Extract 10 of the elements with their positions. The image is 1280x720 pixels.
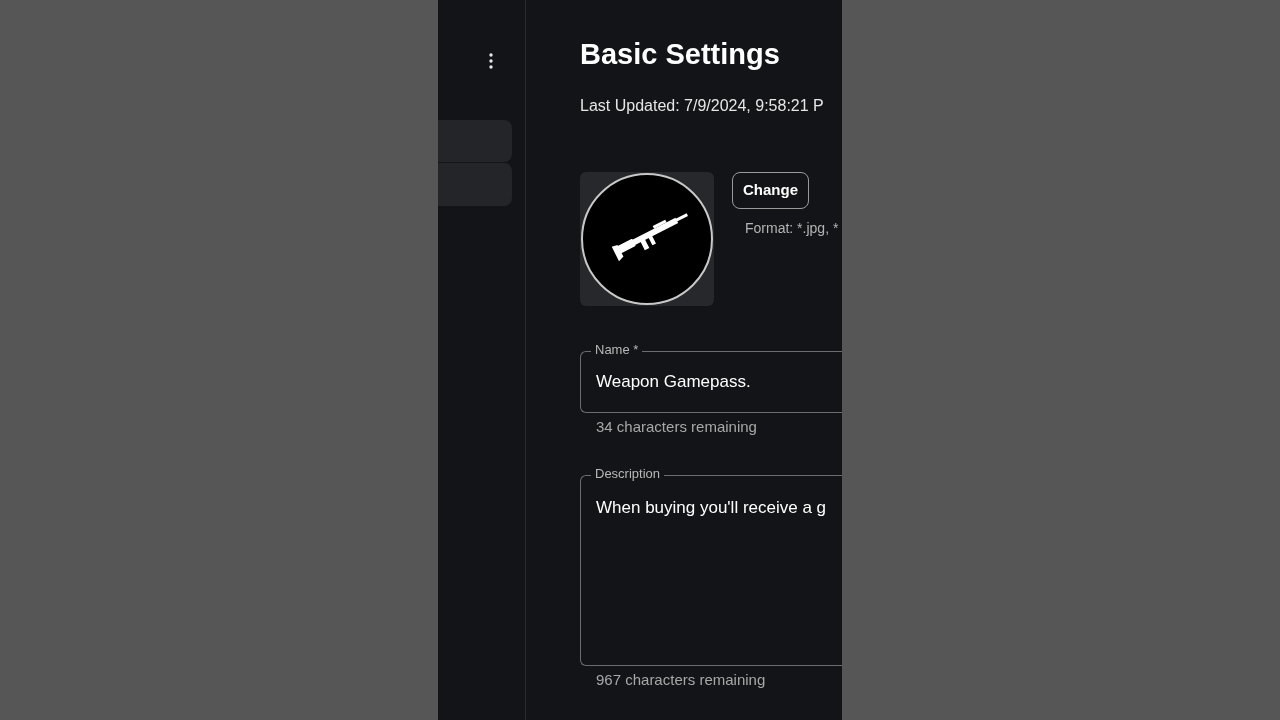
helper-text: 967 characters remaining: [596, 670, 766, 690]
field-label: Description: [591, 466, 665, 482]
last-updated-text: Last Updated: 7/9/2024, 9:58:21 P: [580, 96, 824, 116]
sidebar-item[interactable]: [438, 120, 512, 162]
sidebar-item[interactable]: [438, 163, 512, 206]
helper-text: 34 characters remaining: [596, 417, 757, 437]
more-options-icon[interactable]: [489, 53, 493, 69]
page-title: Basic Settings: [580, 37, 780, 72]
format-hint: Format: *.jpg, *: [745, 219, 839, 237]
change-button[interactable]: Change: [732, 172, 809, 209]
